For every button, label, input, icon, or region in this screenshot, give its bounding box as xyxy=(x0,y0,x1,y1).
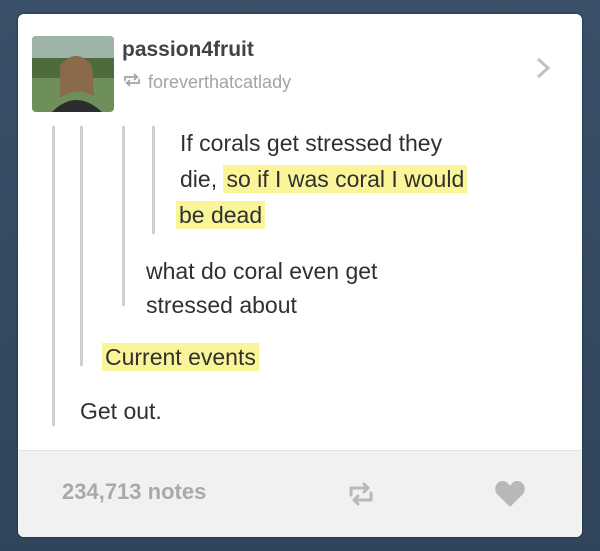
reply-2: Get out. xyxy=(80,398,162,424)
avatar[interactable] xyxy=(32,36,114,112)
chevron-right-icon[interactable] xyxy=(532,54,554,82)
quote-2-line-1: what do coral even get xyxy=(146,258,378,284)
reblog-icon[interactable] xyxy=(346,479,376,509)
screenshot-frame: passion4fruit foreverthatcatlady If cora… xyxy=(0,0,600,551)
highlighted-text: be dead xyxy=(176,201,266,229)
quote-line-outer xyxy=(52,126,55,426)
reblog-attribution: foreverthatcatlady xyxy=(122,72,291,92)
quote-line-level4 xyxy=(152,126,155,234)
quote-line-level2 xyxy=(80,126,83,366)
reply-1: Current events xyxy=(102,340,259,375)
notes-count[interactable]: 234,713 notes xyxy=(62,479,206,505)
heart-icon[interactable] xyxy=(494,479,526,509)
quote-line-level3 xyxy=(122,126,125,306)
quote-1-line-3: be dead xyxy=(176,198,266,233)
quote-1-line-2: die, so if I was coral I would xyxy=(180,162,468,197)
avatar-image xyxy=(32,36,114,112)
post-card: passion4fruit foreverthatcatlady If cora… xyxy=(18,14,582,537)
highlighted-text: Current events xyxy=(102,343,259,371)
post-author[interactable]: passion4fruit xyxy=(122,38,254,62)
post-footer: 234,713 notes xyxy=(18,450,582,537)
reblog-source[interactable]: foreverthatcatlady xyxy=(148,72,291,93)
quote-1-line-1: If corals get stressed they xyxy=(180,130,443,156)
reblog-icon xyxy=(122,72,142,93)
highlighted-text: so if I was coral I would xyxy=(223,165,468,193)
quote-2-line-2: stressed about xyxy=(146,292,297,318)
